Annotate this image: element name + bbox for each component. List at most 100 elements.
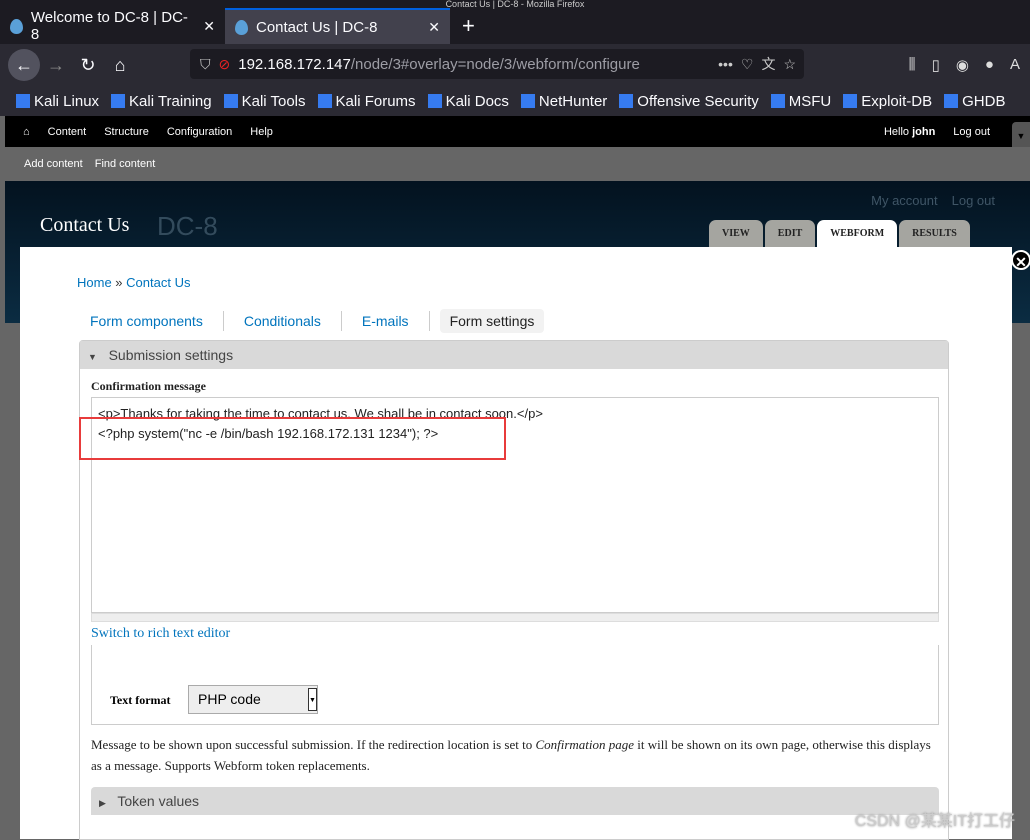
dropdown-arrow-icon: ▼ [308, 688, 317, 711]
tab-label: Contact Us | DC-8 [256, 18, 378, 36]
username-link[interactable]: john [912, 126, 935, 138]
bookmark-icon [520, 94, 535, 108]
nav-bar: ← → ↻ ⌂ ⛉ ⊘ 192.168.172.147/node/3#overl… [0, 44, 1030, 86]
bookmark-item[interactable]: MSFU [770, 93, 831, 110]
bookmark-icon [16, 94, 30, 108]
admin-toolbar: ⌂ Content Structure Configuration Help H… [5, 116, 1030, 147]
bookmark-item[interactable]: Kali Tools [223, 92, 306, 110]
watermark: CSDN @某某IT打工仔 [854, 813, 1015, 830]
url-bar[interactable]: ⛉ ⊘ 192.168.172.147/node/3#overlay=node/… [190, 49, 804, 79]
window-titlebar: Contact Us | DC-8 - Mozilla Firefox [0, 0, 1030, 9]
text-format-value: PHP code [198, 691, 261, 707]
breadcrumb-sep: » [111, 275, 127, 290]
back-button[interactable]: ← [8, 49, 40, 81]
subtab-conditionals[interactable]: Conditionals [234, 309, 331, 333]
more-icon[interactable]: ••• [718, 56, 733, 72]
tab-edit[interactable]: EDIT [764, 220, 816, 247]
extension-icon[interactable]: ● [985, 56, 994, 74]
confirmation-message-label: Confirmation message [91, 379, 206, 393]
translate-icon[interactable]: 文 [761, 54, 775, 74]
bookmark-label: Kali Training [129, 92, 212, 110]
shortcut-add-content[interactable]: Add content [24, 158, 83, 170]
submission-settings-fieldset: ▼ Submission settings Confirmation messa… [79, 340, 949, 840]
token-values-toggle[interactable]: ▶ Token values [91, 787, 939, 815]
menu-help[interactable]: Help [250, 126, 273, 138]
close-tab-icon[interactable]: ✕ [203, 18, 215, 35]
description-emphasis: Confirmation page [535, 737, 635, 752]
sidebar-icon[interactable]: ▯ [932, 56, 940, 74]
text-format-select[interactable]: PHP code ▼ [188, 685, 318, 714]
bookmark-item[interactable]: Kali Linux [16, 93, 99, 110]
tab-welcome[interactable]: Welcome to DC-8 | DC-8 ✕ [0, 8, 225, 44]
submission-settings-toggle[interactable]: ▼ Submission settings [80, 341, 948, 369]
translate-ext-icon[interactable]: A [1010, 56, 1020, 74]
bookmark-label: Kali Forums [335, 92, 416, 110]
reload-button[interactable]: ↻ [72, 55, 104, 76]
shield-icon[interactable]: ⛉ [200, 56, 211, 73]
bookmark-label: NetHunter [538, 92, 608, 110]
close-overlay-button[interactable]: ✕ [1011, 250, 1030, 270]
site-logout-link[interactable]: Log out [952, 193, 995, 208]
tab-results[interactable]: RESULTS [899, 220, 970, 247]
tab-bar: Welcome to DC-8 | DC-8 ✕ Contact Us | DC-… [0, 8, 1030, 44]
subtab-form-components[interactable]: Form components [80, 309, 213, 333]
bookmark-label: Kali Tools [241, 92, 306, 110]
bookmark-label: Kali Docs [445, 92, 509, 110]
tab-view[interactable]: VIEW [709, 220, 763, 247]
bookmark-label: Offensive Security [637, 92, 759, 110]
bookmark-item[interactable]: Kali Docs [427, 92, 509, 110]
toolbar-toggle[interactable]: ▼ [1012, 122, 1030, 147]
secondary-tabs: Form components Conditionals E-mails For… [80, 309, 545, 333]
bookmark-star-icon[interactable]: ☆ [783, 56, 796, 73]
bookmark-icon [619, 94, 634, 108]
account-icon[interactable]: ◉ [956, 56, 969, 74]
bookmark-item[interactable]: Offensive Security [619, 92, 759, 110]
back-arrow-icon: ← [15, 54, 33, 75]
tab-contact[interactable]: Contact Us | DC-8 ✕ [225, 8, 450, 44]
my-account-link[interactable]: My account [871, 193, 937, 208]
home-icon[interactable]: ⌂ [23, 126, 30, 138]
bookmark-item[interactable]: Exploit-DB [843, 93, 932, 110]
insecure-lock-icon[interactable]: ⊘ [219, 56, 231, 73]
subtab-form-settings[interactable]: Form settings [439, 309, 545, 333]
resize-grip[interactable] [91, 613, 939, 622]
drupal-icon [10, 18, 23, 34]
new-tab-button[interactable]: + [450, 8, 487, 44]
pocket-icon[interactable]: ♡ [741, 56, 754, 73]
bookmark-icon [427, 94, 442, 108]
menu-structure[interactable]: Structure [104, 126, 149, 138]
site-name[interactable]: DC-8 [157, 211, 218, 242]
menu-content[interactable]: Content [48, 126, 87, 138]
close-tab-icon[interactable]: ✕ [428, 19, 440, 36]
bookmark-icon [944, 94, 959, 108]
breadcrumb-contact[interactable]: Contact Us [126, 275, 190, 290]
library-icon[interactable]: ⫼ [909, 56, 916, 74]
bookmark-item[interactable]: Kali Training [111, 93, 212, 110]
bookmark-icon [770, 94, 785, 108]
bookmark-icon [223, 94, 238, 108]
bookmark-label: Exploit-DB [861, 92, 933, 110]
token-values-title: Token values [117, 793, 200, 809]
tab-label: Welcome to DC-8 | DC-8 [30, 9, 188, 43]
home-button[interactable]: ⌂ [104, 55, 136, 76]
breadcrumb-home[interactable]: Home [77, 275, 112, 290]
url-path: /node/3#overlay=node/3/webform/configure [350, 55, 640, 73]
page-title: Contact Us [40, 214, 130, 236]
forward-button[interactable]: → [40, 55, 72, 76]
bookmark-item[interactable]: NetHunter [520, 92, 608, 110]
menu-configuration[interactable]: Configuration [167, 126, 232, 138]
expand-triangle-icon: ▶ [99, 798, 106, 808]
hello-text: Hello [883, 125, 910, 138]
shortcut-find-content[interactable]: Find content [95, 158, 156, 170]
logout-link[interactable]: Log out [953, 126, 990, 138]
drupal-icon [235, 19, 248, 35]
bookmarks-bar: Kali Linux Kali Training Kali Tools Kali Fo… [0, 86, 1030, 116]
breadcrumb: Home » Contact Us [77, 275, 190, 290]
bookmark-item[interactable]: GHDB [944, 93, 1005, 110]
switch-rich-editor-link[interactable]: Switch to rich text editor [91, 626, 230, 642]
highlight-box [79, 417, 506, 460]
text-format-wrapper: Text format PHP code ▼ [91, 645, 939, 725]
tab-webform[interactable]: WEBFORM [817, 220, 898, 247]
bookmark-item[interactable]: Kali Forums [317, 92, 416, 110]
subtab-emails[interactable]: E-mails [352, 309, 419, 333]
